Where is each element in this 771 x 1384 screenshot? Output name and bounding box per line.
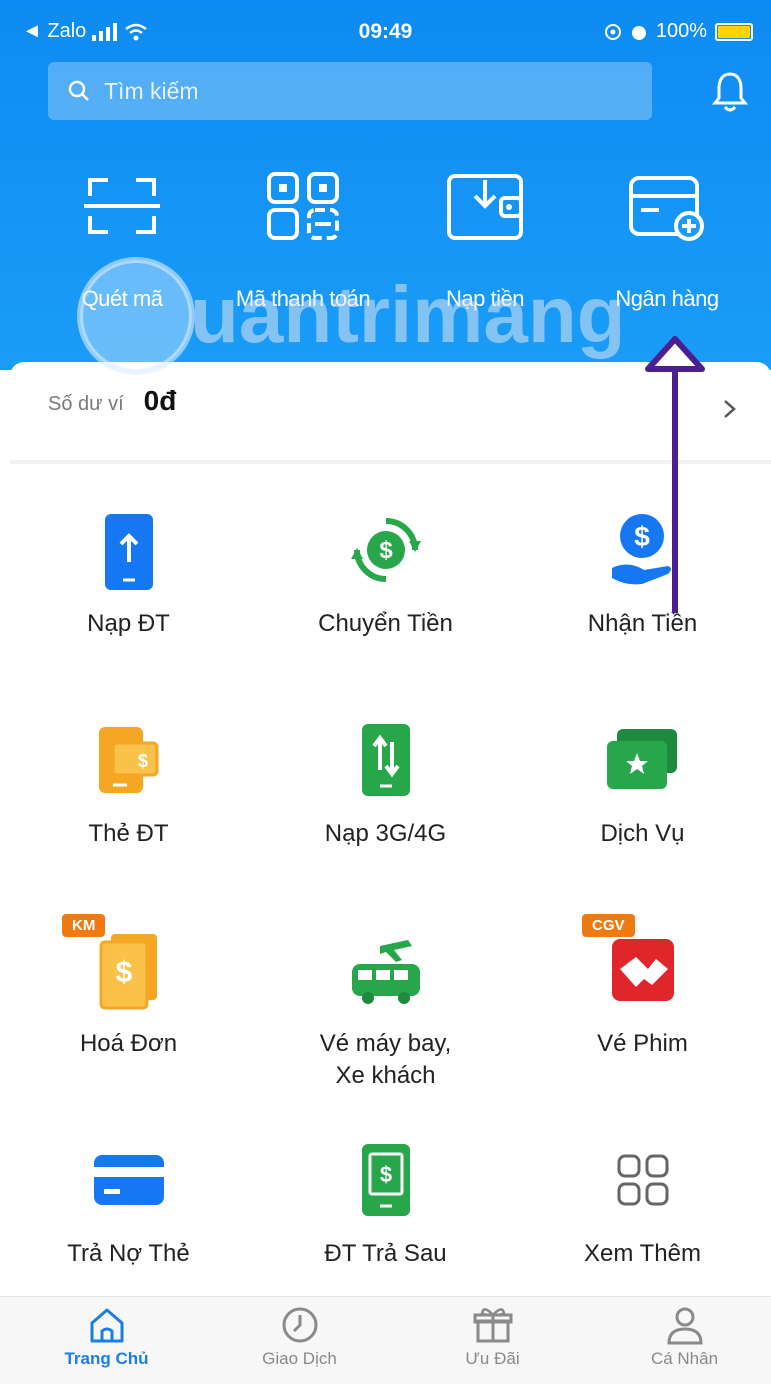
battery-percent: 100% [655,20,707,42]
status-bar: ◄ Zalo 09:49 100% [0,14,771,54]
service-label-line1: Vé máy bay, [319,1030,452,1057]
person-icon [666,1307,703,1345]
movie-ticket-icon [611,939,674,1001]
bell-icon[interactable] [712,70,748,114]
search-icon [68,80,89,101]
watermark-logo: uantrimang [77,257,626,375]
credit-card-icon [93,1155,164,1205]
svg-text:$: $ [115,956,132,989]
tab-home[interactable]: Trang Chủ [10,1305,203,1369]
services-icon [606,729,677,789]
service-label: Hoá Đơn [79,1030,178,1057]
bank-card-add-icon [629,176,704,241]
data-topup-icon [361,724,410,796]
service-label: Xem Thêm [584,1240,701,1267]
chevron-right-icon[interactable] [722,398,738,420]
service-label: Trả Nợ Thẻ [67,1240,190,1267]
service-tickets[interactable]: Vé máy bay, Xe khách [257,920,514,1092]
clock-icon [282,1307,317,1343]
annotation-arrow-icon [645,336,705,613]
tab-label: Cá Nhân [650,1349,719,1368]
search-input[interactable]: Tìm kiếm [48,62,652,120]
wallet-balance-label: Số dư ví [48,393,124,415]
wallet-topup-icon [447,174,523,240]
cgv-badge: CGV [582,914,635,937]
bus-plane-icon [351,940,420,1004]
service-label: Thẻ ĐT [88,820,169,847]
rotation-lock-icon [604,23,621,40]
service-bill[interactable]: $ KM Hoá Đơn [0,914,257,1060]
service-label: Chuyển Tiền [318,610,453,637]
promo-badge: KM [62,914,106,937]
svg-text:$: $ [379,537,393,564]
more-grid-icon [617,1154,668,1206]
service-card-payment[interactable]: Trả Nợ Thẻ [0,1130,257,1270]
scan-icon [84,178,160,234]
svg-text:$: $ [379,1162,391,1187]
service-phone-card[interactable]: $ Thẻ ĐT [0,710,257,850]
service-data-topup[interactable]: Nạp 3G/4G [257,710,514,850]
service-label: Vé Phim [597,1030,688,1057]
status-right: 100% [604,20,753,43]
service-phone-topup[interactable]: Nạp ĐT [0,500,257,640]
phone-topup-icon [104,514,153,590]
money-transfer-icon: $ [350,518,421,582]
service-label: Dịch Vụ [600,820,685,847]
postpaid-phone-icon: $ [361,1144,410,1216]
home-icon [90,1308,123,1343]
service-label: ĐT Trả Sau [324,1240,447,1267]
gift-icon [473,1308,512,1343]
service-label-line2: Xe khách [335,1062,436,1089]
search-placeholder: Tìm kiếm [104,77,199,104]
tab-label: Ưu Đãi [465,1349,520,1368]
service-transfer[interactable]: $ Chuyển Tiền [257,500,514,640]
service-other[interactable]: Dịch Vụ [514,710,771,850]
tab-offers[interactable]: Ưu Đãi [396,1305,589,1369]
wallet-balance[interactable]: Số dư ví 0đ [48,385,176,417]
service-label: Vé máy bay, Xe khách [257,1028,514,1092]
service-label: Nạp ĐT [87,610,170,637]
service-label: Nạp 3G/4G [324,820,447,847]
tab-label: Trang Chủ [64,1349,149,1368]
tab-profile[interactable]: Cá Nhân [588,1305,771,1369]
wallet-balance-value: 0đ [143,385,177,416]
qr-pay-icon [267,172,339,240]
phone-card-icon: $ [98,727,158,793]
service-more[interactable]: Xem Thêm [514,1130,771,1270]
battery-icon [715,22,753,41]
service-movie[interactable]: CGV Vé Phim [514,914,771,1060]
svg-text:uantrimang: uantrimang [190,270,626,359]
alarm-icon [631,25,646,40]
tab-label: Giao Dịch [262,1349,337,1368]
svg-text:$: $ [137,751,147,771]
tab-transactions[interactable]: Giao Dịch [203,1305,396,1369]
service-postpaid[interactable]: $ ĐT Trả Sau [257,1130,514,1270]
bottom-tab-bar: Trang Chủ Giao Dịch Ưu Đãi Cá Nhân [0,1296,771,1384]
bill-icon: $ [99,934,157,1010]
